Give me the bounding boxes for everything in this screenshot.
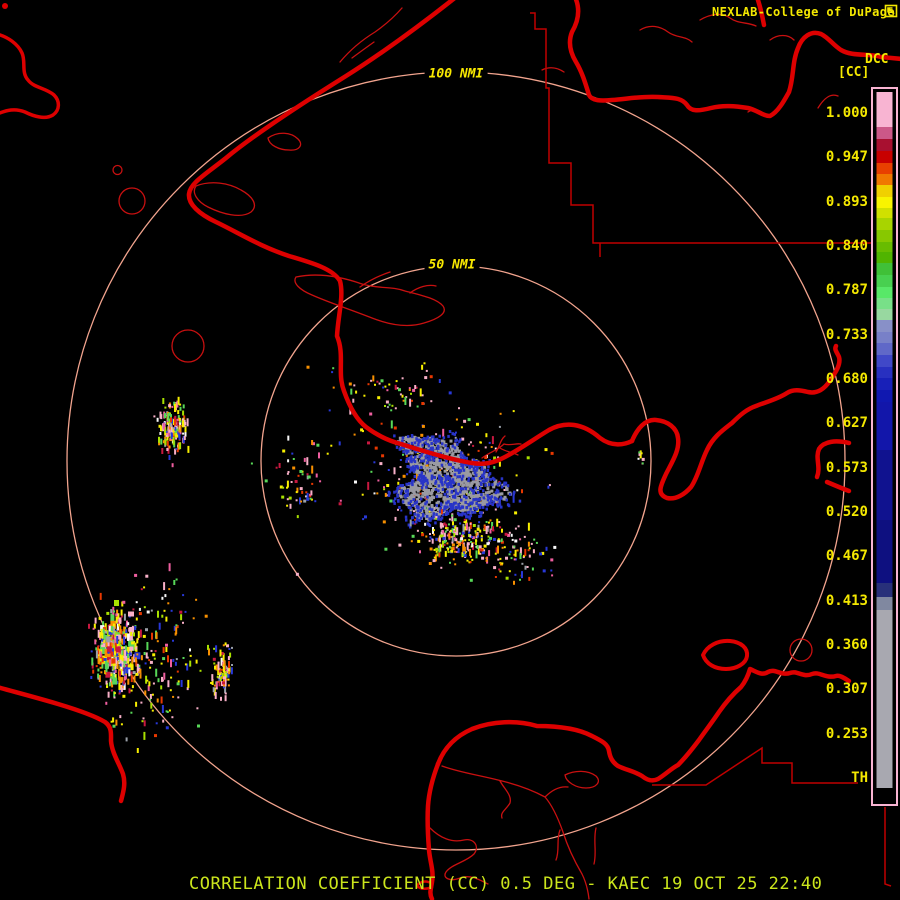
colorbar-tick-label: 0.307 xyxy=(825,681,868,698)
colorbar-tick-label: 0.253 xyxy=(825,725,868,742)
colorbar-tick-label: 0.520 xyxy=(825,503,868,520)
colorbar-tick-label: 0.627 xyxy=(825,415,868,432)
colorbar-tick-label: 0.733 xyxy=(825,326,868,343)
colorbar xyxy=(871,87,898,806)
range-ring-label-100nmi: 100 NMI xyxy=(424,66,488,82)
app-title: NEXLAB-College of DuPage xyxy=(712,5,895,19)
colorbar-tick-label: 0.893 xyxy=(825,193,868,210)
dupage-window-arrow-icon xyxy=(884,4,898,18)
colorbar-tick-label: 0.947 xyxy=(825,149,868,166)
radar-map-canvas xyxy=(0,0,900,900)
range-ring-label-50nmi: 50 NMI xyxy=(424,257,480,273)
background xyxy=(0,0,900,900)
colorbar-units-label: [CC] xyxy=(838,65,870,80)
colorbar-tick-label: 0.840 xyxy=(825,237,868,254)
radar-display: NEXLAB-College of DuPage DCC [CC] 1.000 0… xyxy=(0,0,900,900)
colorbar-tick-label: TH xyxy=(851,769,868,786)
colorbar-tick-label: 0.787 xyxy=(825,282,868,299)
colorbar-tick-label: 0.360 xyxy=(825,636,868,653)
colorbar-tick-label: 0.680 xyxy=(825,370,868,387)
colorbar-tick-label: 0.413 xyxy=(825,592,868,609)
colorbar-tick-label: 0.573 xyxy=(825,459,868,476)
colorbar-tick-label: 0.467 xyxy=(825,548,868,565)
colorbar-tick-label: 1.000 xyxy=(825,105,868,121)
product-caption: CORRELATION COEFFICIENT (CC) 0.5 DEG - K… xyxy=(189,874,823,894)
